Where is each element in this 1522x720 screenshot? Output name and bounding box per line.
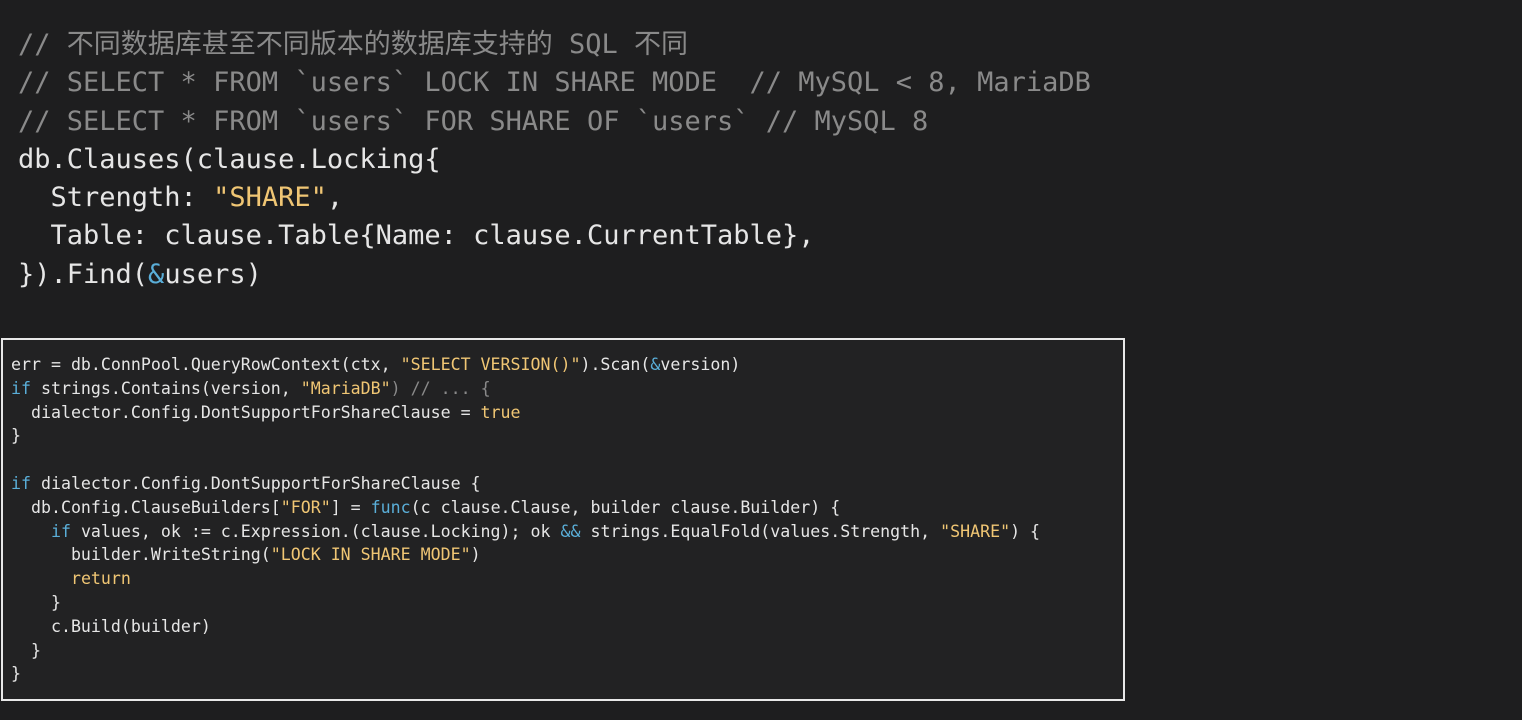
code-token-string: "FOR" <box>280 497 331 517</box>
code-line: Table: clause.Table{Name: clause.Current… <box>18 217 1091 255</box>
code-token-plain: builder.WriteString( <box>11 545 271 565</box>
code-token-string: "SHARE" <box>213 182 327 214</box>
code-token-comment: // SELECT * FROM `users` LOCK IN SHARE M… <box>18 67 1091 99</box>
code-line: } <box>11 591 1040 615</box>
code-token-plain: values, ok := c.Expression.(clause.Locki… <box>70 521 561 541</box>
code-token-keyword: if <box>50 521 71 541</box>
code-token-plain: }).Find( <box>18 258 149 290</box>
code-token-keyword: && <box>560 521 581 541</box>
code-token-string: "SHARE" <box>940 521 1011 541</box>
code-token-plain: db.Config.ClauseBuilders[ <box>11 497 281 517</box>
code-line: c.Build(builder) <box>11 615 1040 639</box>
code-token-plain: } <box>11 640 41 660</box>
code-token-keyword: func <box>370 497 411 517</box>
code-line: dialector.Config.DontSupportForShareClau… <box>11 401 1040 425</box>
code-line: err = db.ConnPool.QueryRowContext(ctx, "… <box>11 353 1040 377</box>
code-token-keyword: & <box>148 258 165 290</box>
code-line: builder.WriteString("LOCK IN SHARE MODE"… <box>11 543 1040 567</box>
code-token-comment: ) // ... { <box>390 378 491 398</box>
code-token-string: "LOCK IN SHARE MODE" <box>270 545 471 565</box>
code-token-plain: } <box>11 592 61 612</box>
code-token-boolean: true <box>480 402 521 422</box>
code-line: db.Config.ClauseBuilders["FOR"] = func(c… <box>11 496 1040 520</box>
code-token-boolean: return <box>70 569 131 589</box>
code-line: db.Clauses(clause.Locking{ <box>18 141 1091 179</box>
code-line: } <box>11 424 1040 448</box>
code-token-plain: dialector.Config.DontSupportForShareClau… <box>30 473 481 493</box>
code-token-plain: ).Scan( <box>580 355 651 374</box>
code-token-plain: ) { <box>1010 521 1041 541</box>
code-token-comment: // 不同数据库甚至不同版本的数据库支持的 SQL 不同 <box>18 29 689 60</box>
dialector-config-code-panel: err = db.ConnPool.QueryRowContext(ctx, "… <box>1 338 1125 701</box>
code-token-plain: strings.EqualFold(values.Strength, <box>580 521 941 541</box>
code-token-plain: err = db.ConnPool.QueryRowContext(ctx, <box>11 355 401 374</box>
locking-clause-code-block: // 不同数据库甚至不同版本的数据库支持的 SQL 不同 // SELECT * … <box>18 26 1091 294</box>
code-token-comment: // SELECT * FROM `users` FOR SHARE OF `u… <box>18 105 929 137</box>
code-token-plain: } <box>11 664 21 684</box>
code-token-plain: dialector.Config.DontSupportForShareClau… <box>11 402 481 422</box>
code-token-plain: strings.Contains(version, <box>30 378 301 398</box>
code-token-keyword: & <box>650 355 661 374</box>
code-token-plain: version) <box>660 355 741 374</box>
code-token-plain: } <box>11 426 21 446</box>
code-token-plain: users) <box>164 258 262 290</box>
code-token-plain: , <box>326 182 344 214</box>
code-token-string: "MariaDB" <box>300 378 391 398</box>
code-line: return <box>11 567 1040 591</box>
code-token-plain: db.Clauses(clause.Locking{ <box>18 143 441 175</box>
code-token-plain: (c clause.Clause, builder clause.Builder… <box>410 497 841 517</box>
code-line: // SELECT * FROM `users` FOR SHARE OF `u… <box>18 103 1091 141</box>
code-token-plain: ) <box>470 545 481 565</box>
code-token-keyword: if <box>11 378 31 398</box>
code-line: } <box>11 662 1040 686</box>
code-line: }).Find(&users) <box>18 256 1091 294</box>
code-token-string: "SELECT VERSION()" <box>400 355 581 374</box>
code-line: if strings.Contains(version, "MariaDB") … <box>11 377 1040 401</box>
code-line: // SELECT * FROM `users` LOCK IN SHARE M… <box>18 64 1091 102</box>
code-token-plain: Table: clause.Table{Name: clause.Current… <box>18 220 815 252</box>
code-slide: // 不同数据库甚至不同版本的数据库支持的 SQL 不同 // SELECT * … <box>0 0 1522 720</box>
code-token-plain: c.Build(builder) <box>11 616 211 636</box>
code-line: } <box>11 639 1040 663</box>
code-line: // 不同数据库甚至不同版本的数据库支持的 SQL 不同 <box>18 26 1091 64</box>
code-token-plain: Strength: <box>18 182 214 214</box>
code-token-keyword: if <box>11 473 31 493</box>
share-clause-builder-code-block: err = db.ConnPool.QueryRowContext(ctx, "… <box>11 353 1040 686</box>
code-line: if dialector.Config.DontSupportForShareC… <box>11 472 1040 496</box>
code-line: Strength: "SHARE", <box>18 179 1091 217</box>
code-token-plain: ] = <box>330 497 371 517</box>
code-line: if values, ok := c.Expression.(clause.Lo… <box>11 520 1040 544</box>
